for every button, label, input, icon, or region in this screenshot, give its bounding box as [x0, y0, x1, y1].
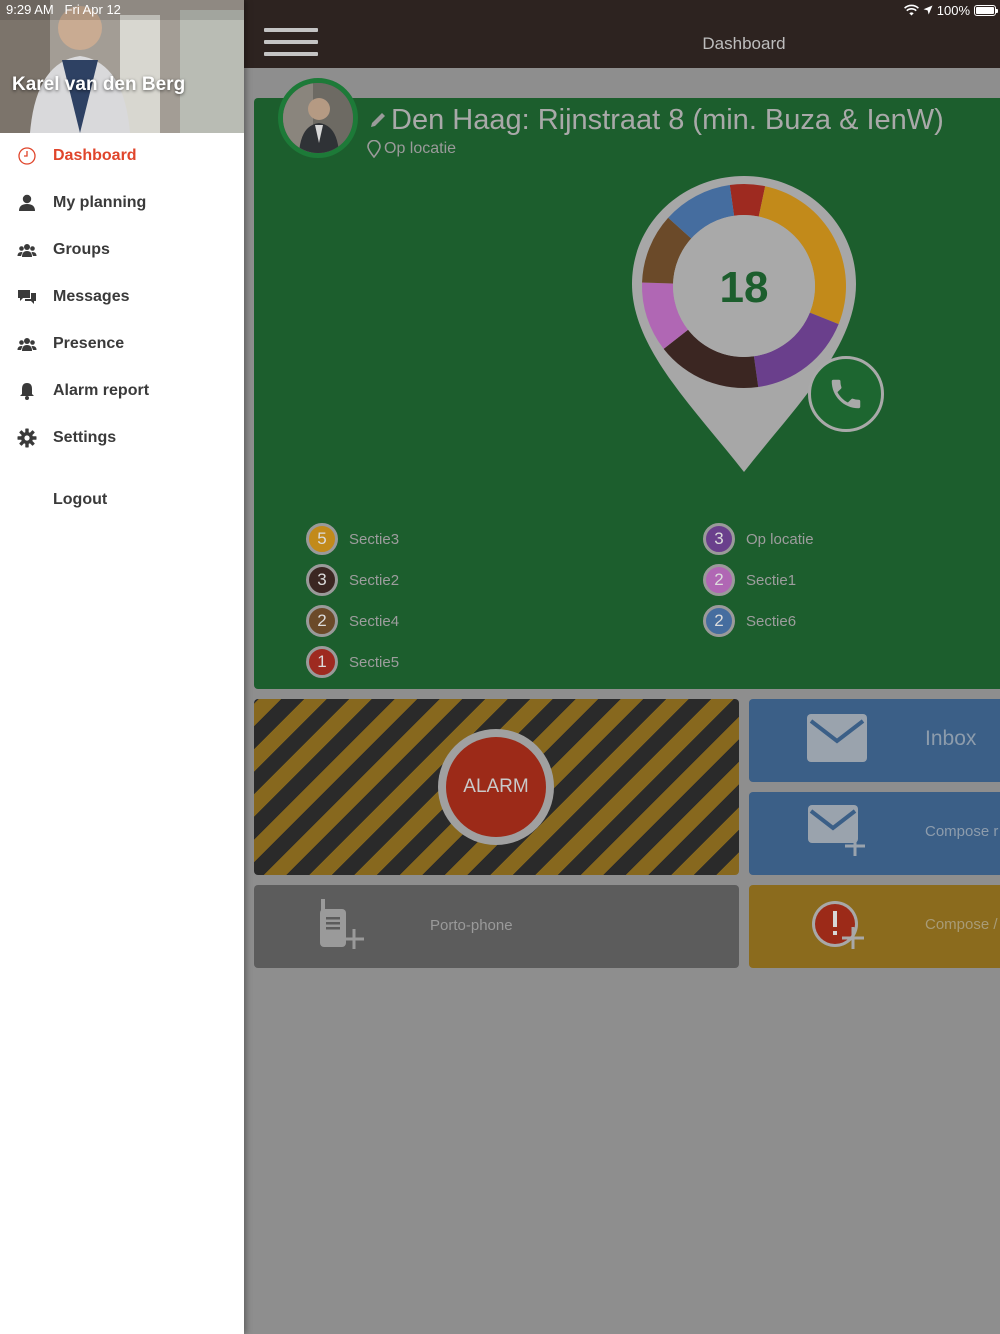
phone-icon	[831, 379, 861, 409]
location-avatar	[278, 78, 358, 158]
section-legend: 5 Sectie3 3 Op locatie 3 Sectie2 2 Secti…	[306, 523, 1000, 693]
legend-count-badge: 2	[306, 605, 338, 637]
menu-item-settings[interactable]: Settings	[0, 415, 244, 461]
drawer-header: 9:29 AM Fri Apr 12 Karel van den Berg	[0, 0, 244, 133]
inbox-label: Inbox	[925, 727, 977, 750]
logout-button[interactable]: Logout	[0, 477, 244, 523]
compose-message-tile[interactable]: Compose r	[749, 792, 1000, 875]
wifi-icon	[903, 4, 919, 16]
legend-count-badge: 3	[703, 523, 735, 555]
chat-icon	[17, 287, 37, 307]
menu-item-groups[interactable]: Groups	[0, 227, 244, 273]
status-time-date: 9:29 AM Fri Apr 12	[6, 2, 121, 17]
map-pin-icon	[367, 140, 381, 158]
legend-item[interactable]: 2 Sectie1	[703, 564, 796, 596]
battery-icon	[974, 4, 998, 16]
alarm-tile: ALARM	[254, 699, 739, 875]
alarm-button-ring: ALARM	[438, 729, 554, 845]
legend-item[interactable]: 5 Sectie3	[306, 523, 399, 555]
page-title: Dashboard	[702, 34, 786, 53]
compose-label: Compose r	[925, 823, 999, 840]
legend-item[interactable]: 2 Sectie6	[703, 605, 796, 637]
legend-item[interactable]: 2 Sectie4	[306, 605, 399, 637]
user-name: Karel van den Berg	[12, 74, 186, 95]
location-arrow-icon	[923, 5, 933, 15]
legend-count-badge: 2	[703, 605, 735, 637]
menu-item-dashboard[interactable]: Dashboard	[0, 133, 244, 179]
group-icon	[17, 240, 37, 260]
legend-count-badge: 5	[306, 523, 338, 555]
alarm-button[interactable]: ALARM	[446, 737, 546, 837]
call-button[interactable]	[808, 356, 884, 432]
user-profile-photo	[0, 0, 244, 133]
menu-item-my-planning[interactable]: My planning	[0, 180, 244, 226]
battery-percentage: 100%	[936, 2, 970, 18]
presence-pin-chart: 18	[632, 176, 892, 476]
location-title: Den Haag: Rijnstraat 8 (min. Buza & IenW…	[391, 104, 944, 136]
legend-item[interactable]: 3 Sectie2	[306, 564, 399, 596]
legend-item[interactable]: 1 Sectie5	[306, 646, 399, 678]
group-icon	[17, 334, 37, 354]
menu-item-messages[interactable]: Messages	[0, 274, 244, 320]
hamburger-menu-icon[interactable]	[264, 28, 318, 60]
gear-icon	[17, 428, 37, 448]
clock-icon	[17, 146, 37, 166]
legend-item[interactable]: 3 Op locatie	[703, 523, 814, 555]
alert-add-icon	[812, 901, 864, 949]
menu-item-alarm-report[interactable]: Alarm report	[0, 368, 244, 414]
legend-count-badge: 3	[306, 564, 338, 596]
status-bar-right: 100%	[903, 2, 998, 18]
porto-phone-label: Porto-phone	[430, 917, 513, 934]
compose-alarm-label: Compose /	[925, 916, 998, 933]
compose-envelope-icon	[808, 805, 865, 856]
walkie-talkie-icon	[320, 899, 364, 949]
bell-icon	[17, 381, 37, 401]
navigation-drawer: 9:29 AM Fri Apr 12 Karel van den Berg Da…	[0, 0, 244, 1334]
legend-count-badge: 1	[306, 646, 338, 678]
compose-alarm-tile[interactable]: Compose /	[749, 885, 1000, 968]
person-icon	[17, 193, 37, 213]
envelope-icon	[807, 714, 867, 762]
porto-phone-tile[interactable]: Porto-phone	[254, 885, 739, 968]
location-status: Op locatie	[367, 140, 456, 158]
inbox-tile[interactable]: Inbox	[749, 699, 1000, 782]
location-card[interactable]: Den Haag: Rijnstraat 8 (min. Buza & IenW…	[254, 78, 1000, 689]
edit-pencil-icon[interactable]	[369, 111, 387, 129]
total-count: 18	[720, 263, 769, 312]
legend-count-badge: 2	[703, 564, 735, 596]
menu-item-presence[interactable]: Presence	[0, 321, 244, 367]
